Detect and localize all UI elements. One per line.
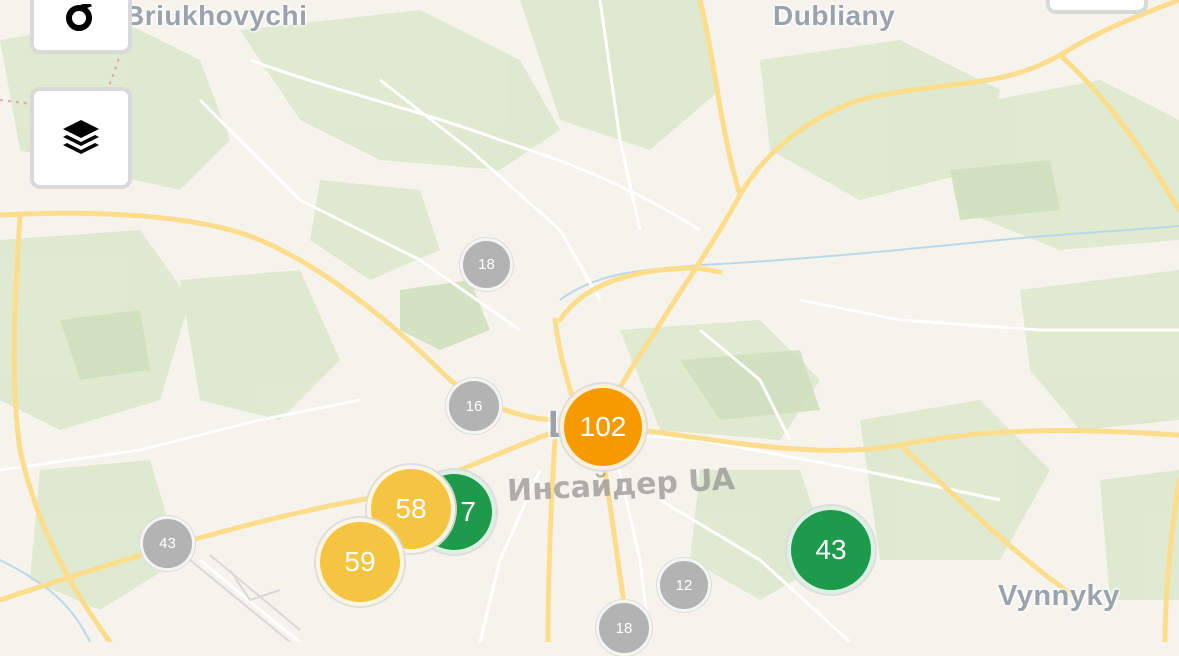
location-button[interactable] <box>30 0 132 54</box>
aqi-cluster-marker[interactable]: 12 <box>657 558 711 612</box>
location-icon <box>61 1 101 49</box>
aqi-station-marker[interactable]: 102 <box>560 384 646 470</box>
aqi-station-marker[interactable]: 59 <box>316 518 404 606</box>
layers-button[interactable] <box>30 87 132 189</box>
layers-icon <box>61 116 101 161</box>
aqi-cluster-marker[interactable]: 18 <box>596 600 652 656</box>
place-label-dubliany: Dubliany <box>773 0 896 31</box>
place-label-vynnyky: Vynnyky <box>998 580 1120 612</box>
aqi-cluster-marker[interactable]: 16 <box>446 378 502 434</box>
aqi-cluster-marker[interactable]: 43 <box>140 516 195 571</box>
place-label-briukhovychi: Briukhovychi <box>124 0 308 31</box>
aqi-station-marker[interactable]: 43 <box>787 506 875 594</box>
aqi-cluster-marker[interactable]: 18 <box>460 238 513 291</box>
map-control-button-partial[interactable] <box>1046 0 1148 14</box>
